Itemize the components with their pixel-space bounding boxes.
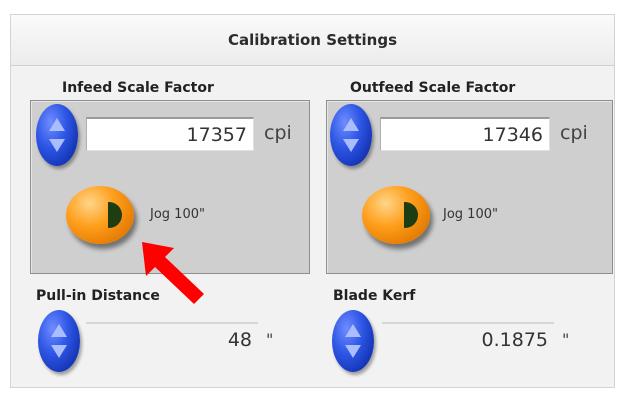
blade-kerf-spinner-icon[interactable]	[332, 310, 374, 372]
blade-kerf-field[interactable]: 0.1875	[382, 322, 554, 356]
infeed-unit: cpi	[264, 122, 292, 144]
outfeed-scale-factor-field[interactable]: 17346	[380, 117, 550, 151]
pull-in-distance-field[interactable]: 48	[86, 322, 258, 356]
pull-in-unit: "	[266, 330, 274, 349]
red-arrow-icon	[142, 242, 204, 304]
infeed-scale-factor-field[interactable]: 17357	[86, 117, 254, 151]
infeed-scale-factor-label: Infeed Scale Factor	[62, 80, 214, 96]
jog-half-circle-icon	[108, 202, 122, 228]
blade-kerf-label: Blade Kerf	[333, 288, 416, 304]
outfeed-unit: cpi	[560, 122, 588, 144]
header-bar: Calibration Settings	[11, 15, 614, 66]
blade-kerf-unit: "	[562, 330, 570, 349]
page-title: Calibration Settings	[228, 31, 397, 49]
infeed-spinner-icon[interactable]	[36, 104, 78, 166]
infeed-jog-label: Jog 100"	[150, 207, 205, 222]
outfeed-spinner-icon[interactable]	[330, 104, 372, 166]
outfeed-jog-button[interactable]	[362, 186, 430, 244]
jog-half-circle-icon	[404, 202, 418, 228]
outfeed-scale-factor-label: Outfeed Scale Factor	[350, 80, 516, 96]
pull-in-spinner-icon[interactable]	[38, 310, 80, 372]
infeed-jog-button[interactable]	[66, 186, 134, 244]
outfeed-jog-label: Jog 100"	[443, 207, 498, 222]
